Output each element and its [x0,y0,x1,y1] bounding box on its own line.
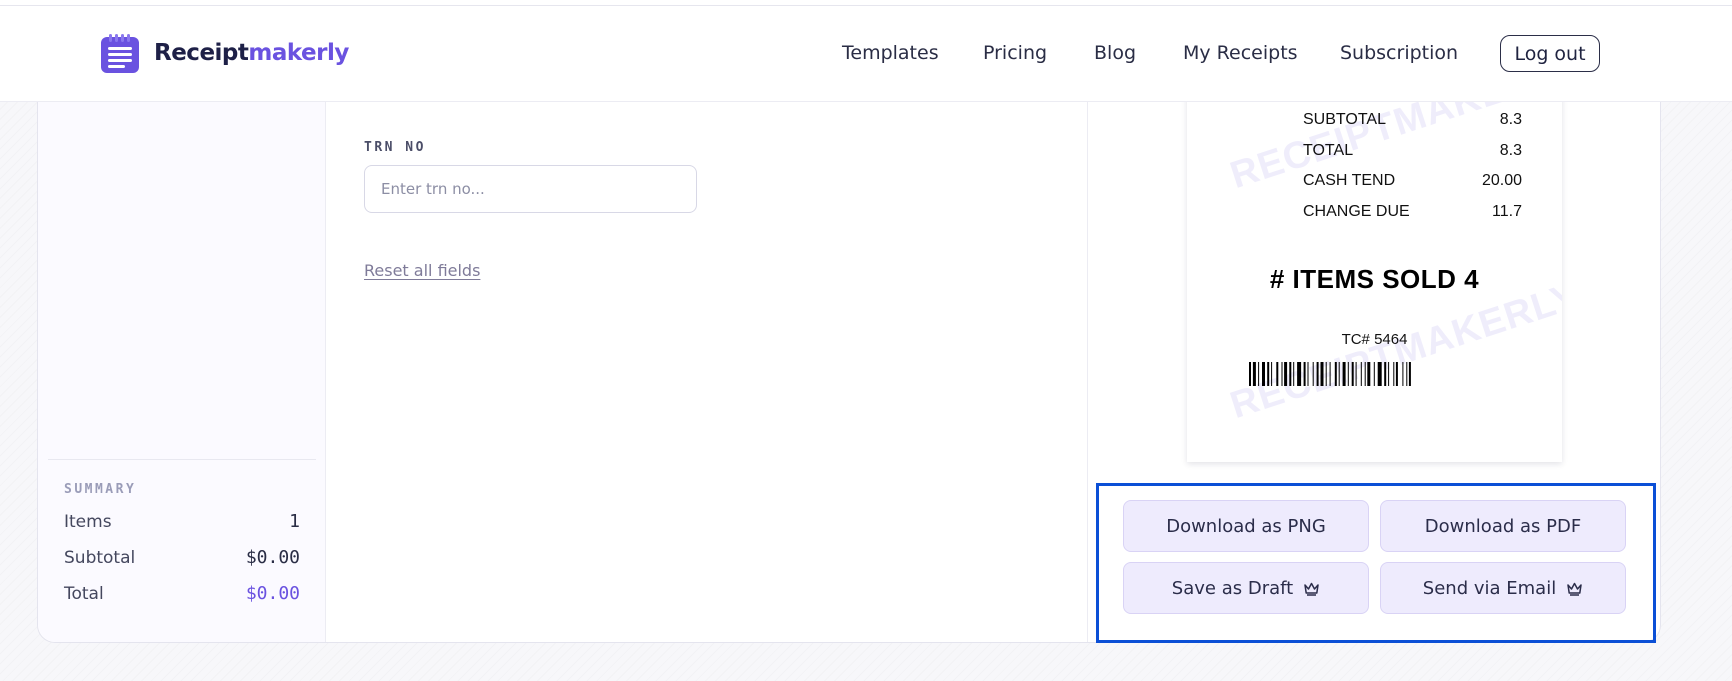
barcode-bar [1316,362,1319,386]
barcode-bar [1293,362,1295,386]
barcode-bar [1284,362,1288,386]
receipt-cash-tend-label: CASH TEND [1303,172,1396,189]
receipt-subtotal-label: SUBTOTAL [1303,111,1386,128]
crown-icon [1304,582,1319,596]
barcode-bar [1373,362,1375,386]
nav-my-receipts[interactable]: My Receipts [1183,42,1298,64]
barcode-bar [1408,362,1411,386]
nav-pricing[interactable]: Pricing [983,42,1047,64]
barcode-bar [1281,362,1283,386]
barcode-bar [1320,362,1324,386]
receipt-row-change-due: CHANGE DUE 11.7 [1303,203,1522,221]
barcode-bar [1307,362,1309,386]
barcode-bar [1249,362,1251,386]
summary-row-total: Total $0.00 [64,583,300,604]
barcode-bar [1334,362,1337,386]
summary-subtotal-label: Subtotal [64,547,136,568]
receipt-change-due-value: 11.7 [1492,203,1522,220]
barcode-bar [1338,362,1340,386]
receipt-row-cash-tend: CASH TEND 20.00 [1303,172,1522,190]
receipt-subtotal-value: 8.3 [1499,111,1522,128]
barcode-bar [1360,362,1362,386]
summary-divider [48,459,316,460]
receipt-total-value: 8.3 [1499,142,1522,159]
crown-icon [1567,582,1582,596]
barcode-bar [1252,362,1256,386]
trn-input[interactable] [364,165,697,213]
summary-items-label: Items [64,511,112,532]
notepad-logo-icon [101,34,139,73]
barcode-bar [1388,362,1390,386]
barcode-bar [1377,362,1382,386]
barcode-bar [1347,362,1349,386]
receipt-preview: RECEIPTMAKERLY RECEIPTMAKERLY SUBTOTAL 8… [1187,90,1562,462]
actions-highlight: Download as PNG Download as PDF Save as … [1096,483,1656,643]
sidebar: SUMMARY Items 1 Subtotal $0.00 Total $0.… [38,80,326,642]
receipt-total-label: TOTAL [1303,142,1354,159]
barcode-bar [1393,362,1395,386]
summary-total-label: Total [64,583,104,604]
send-email-label: Send via Email [1422,577,1557,599]
barcode-bar [1289,362,1292,386]
summary-row-items: Items 1 [64,511,300,532]
barcode-bar [1351,362,1354,386]
send-email-button[interactable]: Send via Email [1380,562,1626,614]
save-draft-label: Save as Draft [1171,577,1294,599]
items-sold: # ITEMS SOLD 4 [1269,264,1480,294]
receipt-row-total: TOTAL 8.3 [1303,142,1522,160]
reset-all-fields-link[interactable]: Reset all fields [364,261,480,280]
barcode-bar [1402,362,1404,386]
barcode-bar [1384,362,1387,386]
logo-text: Receiptmakerly [154,40,349,66]
barcode-bar [1312,362,1314,386]
barcode-bar [1342,362,1346,386]
form-area: TRN NO Reset all fields [326,80,1088,642]
barcode-bar [1406,362,1408,386]
summary-row-subtotal: Subtotal $0.00 [64,547,300,568]
summary-subtotal-value: $0.00 [245,547,300,568]
barcode-bar [1303,362,1306,386]
barcode [1249,362,1411,386]
barcode-bar [1258,362,1260,386]
logout-button[interactable]: Log out [1500,35,1600,72]
barcode-bar [1297,362,1302,386]
receipt-cash-tend-value: 20.00 [1481,172,1522,189]
trn-label: TRN NO [364,140,426,155]
summary-items-value: 1 [289,511,300,532]
barcode-bar [1262,362,1265,386]
nav-blog[interactable]: Blog [1094,42,1136,64]
summary-total-value: $0.00 [245,583,300,604]
barcode-bar [1329,362,1331,386]
receipt-row-subtotal: SUBTOTAL 8.3 [1303,111,1522,129]
receipt-change-due-label: CHANGE DUE [1303,203,1410,220]
nav-templates[interactable]: Templates [842,42,939,64]
save-draft-button[interactable]: Save as Draft [1123,562,1369,614]
download-png-button[interactable]: Download as PNG [1123,500,1369,552]
watermark: RECEIPTMAKERLY [1225,274,1562,428]
logo[interactable]: Receiptmakerly [100,32,349,74]
barcode-bar [1395,362,1398,386]
barcode-bar [1276,362,1279,386]
barcode-bar [1267,362,1270,386]
barcode-bar [1271,362,1273,386]
summary-title: SUMMARY [64,482,137,497]
logo-text-part-1: Receipt [154,40,249,66]
barcode-bar [1325,362,1327,386]
tc-number: TC# 5464 [1341,331,1408,348]
download-pdf-label: Download as PDF [1424,515,1582,537]
site-header: Receiptmakerly Templates Pricing Blog My… [0,6,1732,102]
barcode-bar [1367,362,1371,386]
barcode-bar [1355,362,1357,386]
download-png-label: Download as PNG [1166,515,1326,537]
download-pdf-button[interactable]: Download as PDF [1380,500,1626,552]
logo-text-part-2: makerly [248,40,349,66]
nav-subscription[interactable]: Subscription [1340,42,1458,64]
barcode-bar [1364,362,1366,386]
